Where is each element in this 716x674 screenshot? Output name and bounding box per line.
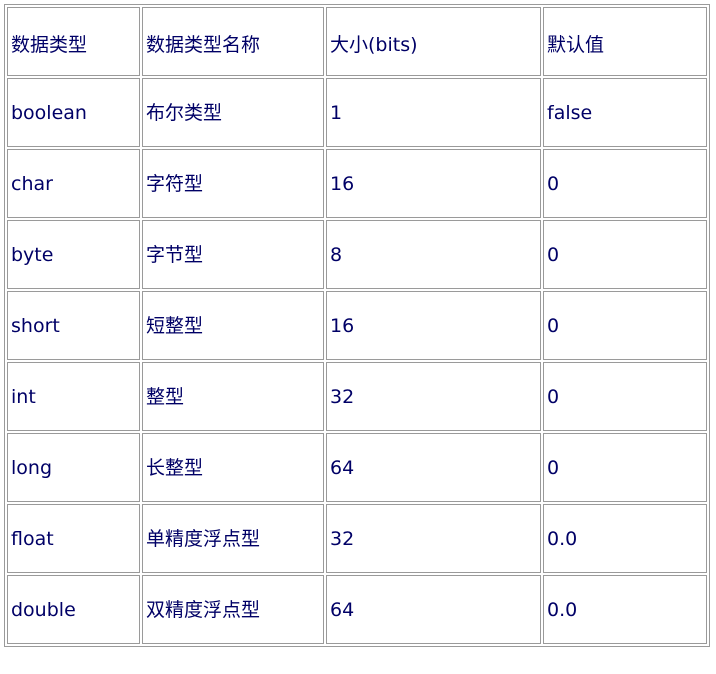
header-cell-type-name: 数据类型名称 xyxy=(142,7,324,76)
table-row: float 单精度浮点型 32 0.0 xyxy=(7,504,707,573)
header-cell-data-type: 数据类型 xyxy=(7,7,140,76)
cell-default-value: 0 xyxy=(543,220,707,289)
cell-default-value: false xyxy=(543,78,707,147)
table-row: byte 字节型 8 0 xyxy=(7,220,707,289)
cell-type-name: 整型 xyxy=(142,362,324,431)
cell-size-bits: 64 xyxy=(326,575,541,644)
cell-default-value: 0 xyxy=(543,433,707,502)
cell-default-value: 0.0 xyxy=(543,575,707,644)
cell-data-type: float xyxy=(7,504,140,573)
cell-size-bits: 8 xyxy=(326,220,541,289)
cell-size-bits: 16 xyxy=(326,149,541,218)
cell-type-name: 字符型 xyxy=(142,149,324,218)
cell-default-value: 0 xyxy=(543,291,707,360)
cell-type-name: 短整型 xyxy=(142,291,324,360)
table-row: long 长整型 64 0 xyxy=(7,433,707,502)
cell-type-name: 双精度浮点型 xyxy=(142,575,324,644)
header-cell-default-value: 默认值 xyxy=(543,7,707,76)
cell-type-name: 字节型 xyxy=(142,220,324,289)
cell-default-value: 0 xyxy=(543,362,707,431)
cell-default-value: 0.0 xyxy=(543,504,707,573)
cell-data-type: int xyxy=(7,362,140,431)
cell-size-bits: 64 xyxy=(326,433,541,502)
cell-size-bits: 1 xyxy=(326,78,541,147)
cell-default-value: 0 xyxy=(543,149,707,218)
cell-type-name: 长整型 xyxy=(142,433,324,502)
cell-data-type: boolean xyxy=(7,78,140,147)
table-row: char 字符型 16 0 xyxy=(7,149,707,218)
cell-data-type: long xyxy=(7,433,140,502)
cell-type-name: 布尔类型 xyxy=(142,78,324,147)
cell-size-bits: 16 xyxy=(326,291,541,360)
cell-size-bits: 32 xyxy=(326,362,541,431)
cell-size-bits: 32 xyxy=(326,504,541,573)
cell-data-type: char xyxy=(7,149,140,218)
table-row: short 短整型 16 0 xyxy=(7,291,707,360)
cell-data-type: short xyxy=(7,291,140,360)
cell-data-type: byte xyxy=(7,220,140,289)
table-row: boolean 布尔类型 1 false xyxy=(7,78,707,147)
table-row: double 双精度浮点型 64 0.0 xyxy=(7,575,707,644)
java-primitive-types-table: 数据类型 数据类型名称 大小(bits) 默认值 boolean 布尔类型 1 … xyxy=(4,4,710,647)
cell-data-type: double xyxy=(7,575,140,644)
cell-type-name: 单精度浮点型 xyxy=(142,504,324,573)
table-header-row: 数据类型 数据类型名称 大小(bits) 默认值 xyxy=(7,7,707,76)
table-row: int 整型 32 0 xyxy=(7,362,707,431)
header-cell-size-bits: 大小(bits) xyxy=(326,7,541,76)
